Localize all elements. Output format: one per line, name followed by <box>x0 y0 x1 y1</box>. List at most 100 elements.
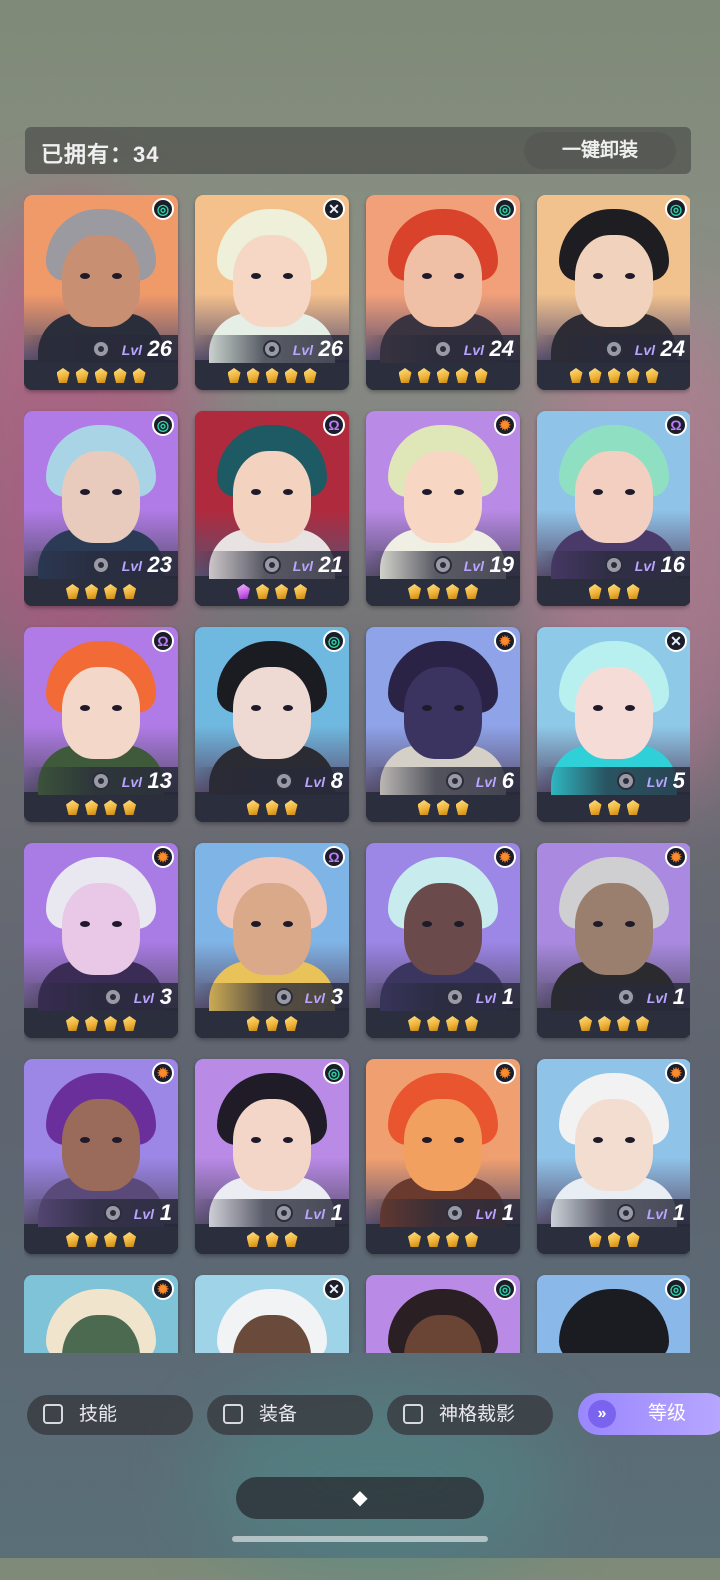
gold-gem-icon <box>284 800 298 815</box>
star-rating <box>195 1227 349 1254</box>
omega-class-icon: Ω <box>152 630 174 652</box>
gold-gem-icon <box>85 1016 98 1031</box>
level-bar <box>366 767 520 795</box>
gold-gem-icon <box>474 368 488 383</box>
character-card[interactable]: ✹ 1 Lvl <box>537 1059 690 1254</box>
gold-gem-icon <box>104 800 117 815</box>
character-card[interactable]: ✹ 19 Lvl <box>366 411 520 606</box>
gold-gem-icon <box>427 1232 440 1247</box>
character-card[interactable]: Ω 3 Lvl <box>195 843 349 1038</box>
level-label: Lvl <box>634 558 655 574</box>
character-card[interactable]: ✕ 26 Lvl <box>195 195 349 390</box>
star-rating <box>366 795 520 822</box>
purple-gem-icon <box>237 584 250 599</box>
gold-gem-icon <box>465 1016 478 1031</box>
gold-gem-icon <box>607 1232 621 1247</box>
character-card[interactable]: ◎ 1 Lvl <box>195 1059 349 1254</box>
sun-class-icon: ✹ <box>152 846 174 868</box>
level-number: 3 <box>159 984 172 1009</box>
equipment-slot-icon <box>104 1204 122 1222</box>
gold-gem-icon <box>66 1016 79 1031</box>
character-card[interactable]: ◎ 24 Lvl <box>366 195 520 390</box>
equipment-slot-icon <box>263 340 281 358</box>
gold-gem-icon <box>265 1016 279 1031</box>
spiral-class-icon: ◎ <box>665 1278 687 1300</box>
level-label: Lvl <box>475 990 496 1006</box>
equip-filter-toggle[interactable]: 装备 <box>207 1395 373 1435</box>
gold-gem-icon <box>85 800 98 815</box>
character-card[interactable]: Ω 16 Lvl <box>537 411 690 606</box>
gold-gem-icon <box>617 1016 630 1031</box>
character-card[interactable]: Ω 21 Lvl <box>195 411 349 606</box>
level-number: 26 <box>318 336 343 361</box>
character-card[interactable]: ✹ <box>24 1275 178 1353</box>
gold-gem-icon <box>303 368 317 383</box>
collapse-button[interactable]: ◆ <box>236 1477 484 1519</box>
sort-by-level-button[interactable]: » 等级 <box>578 1393 720 1435</box>
divine-filter-toggle[interactable]: 神格裁影 <box>387 1395 553 1435</box>
character-card[interactable]: ✹ 1 Lvl <box>537 843 690 1038</box>
level-number: 21 <box>318 552 343 577</box>
cross-class-icon: ✕ <box>323 198 345 220</box>
gold-gem-icon <box>56 368 70 383</box>
character-card[interactable]: ✹ 6 Lvl <box>366 627 520 822</box>
level-label: Lvl <box>121 774 142 790</box>
level-label: Lvl <box>463 558 484 574</box>
gold-gem-icon <box>427 1016 440 1031</box>
character-card[interactable]: ✹ 1 Lvl <box>24 1059 178 1254</box>
gold-gem-icon <box>275 584 288 599</box>
character-card[interactable]: ◎ 24 Lvl <box>537 195 690 390</box>
star-rating <box>537 363 690 390</box>
level-label: Lvl <box>475 1206 496 1222</box>
character-card[interactable]: ◎ <box>366 1275 520 1353</box>
star-rating <box>195 363 349 390</box>
character-card[interactable]: ✹ 1 Lvl <box>366 843 520 1038</box>
character-card[interactable]: ◎ 26 Lvl <box>24 195 178 390</box>
gold-gem-icon <box>246 800 260 815</box>
gold-gem-icon <box>66 584 79 599</box>
level-label: Lvl <box>646 1206 667 1222</box>
double-chevron-down-icon: » <box>588 1400 616 1428</box>
gold-gem-icon <box>265 800 279 815</box>
unequip-all-button[interactable]: 一键卸装 <box>524 132 676 169</box>
gold-gem-icon <box>626 1232 640 1247</box>
gold-gem-icon <box>465 584 478 599</box>
sun-class-icon: ✹ <box>494 846 516 868</box>
character-card[interactable]: ✹ 1 Lvl <box>366 1059 520 1254</box>
equipment-slot-icon <box>446 988 464 1006</box>
level-label: Lvl <box>133 990 154 1006</box>
gold-gem-icon <box>246 368 260 383</box>
divine-checkbox[interactable] <box>403 1404 423 1424</box>
character-card[interactable]: ✕ <box>195 1275 349 1353</box>
equipment-slot-icon <box>263 556 281 574</box>
spiral-class-icon: ◎ <box>494 198 516 220</box>
star-rating <box>537 795 690 822</box>
character-card[interactable]: ◎ 8 Lvl <box>195 627 349 822</box>
cross-class-icon: ✕ <box>665 630 687 652</box>
equipment-slot-icon <box>275 772 293 790</box>
level-bar <box>195 983 349 1011</box>
character-card[interactable]: Ω 13 Lvl <box>24 627 178 822</box>
level-bar <box>24 1199 178 1227</box>
home-indicator[interactable] <box>232 1536 488 1542</box>
character-card[interactable]: ◎ 23 Lvl <box>24 411 178 606</box>
level-number: 1 <box>501 1200 514 1225</box>
level-label: Lvl <box>292 558 313 574</box>
character-card[interactable]: ✹ 3 Lvl <box>24 843 178 1038</box>
skill-checkbox[interactable] <box>43 1404 63 1424</box>
equip-checkbox[interactable] <box>223 1404 243 1424</box>
character-card[interactable]: ✕ 5 Lvl <box>537 627 690 822</box>
sun-class-icon: ✹ <box>152 1062 174 1084</box>
sun-class-icon: ✹ <box>494 1062 516 1084</box>
sun-class-icon: ✹ <box>665 1062 687 1084</box>
gold-gem-icon <box>588 1232 602 1247</box>
character-card[interactable]: ◎ <box>537 1275 690 1353</box>
gold-gem-icon <box>636 1016 649 1031</box>
gold-gem-icon <box>265 1232 279 1247</box>
omega-class-icon: Ω <box>323 414 345 436</box>
omega-class-icon: Ω <box>323 846 345 868</box>
star-rating <box>537 579 690 606</box>
gold-gem-icon <box>446 1232 459 1247</box>
equipment-slot-icon <box>434 340 452 358</box>
skill-filter-toggle[interactable]: 技能 <box>27 1395 193 1435</box>
